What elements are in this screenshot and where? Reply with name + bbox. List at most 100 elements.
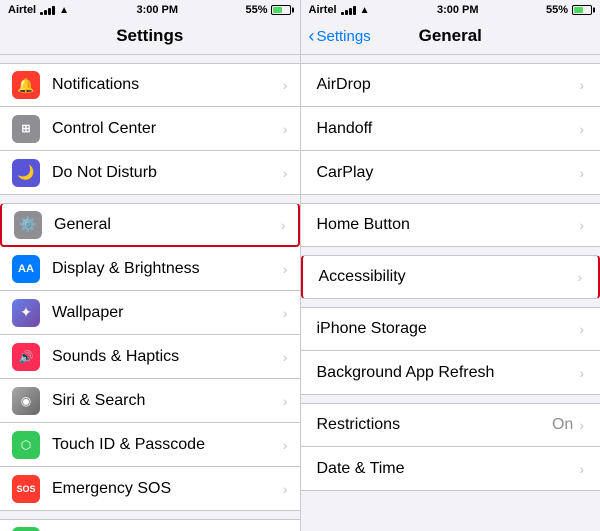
settings-item-do-not-disturb[interactable]: 🌙 Do Not Disturb › xyxy=(0,151,300,195)
left-carrier: Airtel xyxy=(8,4,36,16)
left-signal-icon xyxy=(40,5,55,15)
date-time-chevron: › xyxy=(579,461,584,477)
battery-settings-icon: 🔋 xyxy=(12,527,40,531)
right-general-list: AirDrop › Handoff › CarPlay › Home Butto… xyxy=(301,55,600,531)
settings-item-wallpaper[interactable]: ✦ Wallpaper › xyxy=(0,291,300,335)
do-not-disturb-chevron: › xyxy=(283,165,288,181)
accessibility-label: Accessibility xyxy=(319,268,578,286)
right-battery-pct: 55% xyxy=(546,4,568,16)
settings-item-sounds[interactable]: 🔊 Sounds & Haptics › xyxy=(0,335,300,379)
settings-item-sos[interactable]: SOS Emergency SOS › xyxy=(0,467,300,511)
right-battery-icon xyxy=(572,5,592,15)
restrictions-value: On xyxy=(552,416,573,434)
left-battery-fill xyxy=(273,7,282,13)
do-not-disturb-label: Do Not Disturb xyxy=(52,164,283,182)
notifications-icon: 🔔 xyxy=(12,71,40,99)
siri-chevron: › xyxy=(283,393,288,409)
right-item-iphone-storage[interactable]: iPhone Storage › xyxy=(301,307,600,351)
left-status-bar: Airtel ▲ 3:00 PM 55% xyxy=(0,0,300,20)
right-item-handoff[interactable]: Handoff › xyxy=(301,107,600,151)
wallpaper-label: Wallpaper xyxy=(52,304,283,322)
settings-item-general[interactable]: ⚙️ General › xyxy=(0,203,300,247)
settings-item-notifications[interactable]: 🔔 Notifications › xyxy=(0,63,300,107)
right-panel: Airtel ▲ 3:00 PM 55% ‹ Settings General xyxy=(301,0,600,531)
display-label: Display & Brightness xyxy=(52,260,283,278)
right-item-restrictions[interactable]: Restrictions On › xyxy=(301,403,600,447)
right-status-left: Airtel ▲ xyxy=(309,4,370,16)
home-button-chevron: › xyxy=(579,217,584,233)
right-item-bg-refresh[interactable]: Background App Refresh › xyxy=(301,351,600,395)
carplay-chevron: › xyxy=(579,165,584,181)
sos-label: Emergency SOS xyxy=(52,480,283,498)
accessibility-chevron: › xyxy=(577,269,582,285)
siri-label: Siri & Search xyxy=(52,392,283,410)
wallpaper-icon: ✦ xyxy=(12,299,40,327)
right-item-home-button[interactable]: Home Button › xyxy=(301,203,600,247)
handoff-chevron: › xyxy=(579,121,584,137)
right-carrier: Airtel xyxy=(309,4,337,16)
right-signal-icon xyxy=(341,5,356,15)
sos-icon: SOS xyxy=(12,475,40,503)
general-chevron: › xyxy=(281,217,286,233)
notifications-chevron: › xyxy=(283,77,288,93)
right-title: General xyxy=(419,26,482,46)
restrictions-label: Restrictions xyxy=(317,416,552,434)
settings-item-battery[interactable]: 🔋 Battery › xyxy=(0,519,300,531)
left-panel: Airtel ▲ 3:00 PM 55% Settings 🔔 N xyxy=(0,0,301,531)
iphone-storage-label: iPhone Storage xyxy=(317,320,580,338)
right-wifi-icon: ▲ xyxy=(360,5,370,16)
right-battery-fill xyxy=(574,7,583,13)
left-settings-list: 🔔 Notifications › ⊞ Control Center › 🌙 D… xyxy=(0,55,300,531)
bg-refresh-chevron: › xyxy=(579,365,584,381)
right-item-accessibility[interactable]: Accessibility › xyxy=(301,255,600,299)
sos-chevron: › xyxy=(283,481,288,497)
back-chevron-icon: ‹ xyxy=(309,26,315,47)
airdrop-chevron: › xyxy=(579,77,584,93)
left-title: Settings xyxy=(116,26,183,45)
restrictions-chevron: › xyxy=(579,417,584,433)
display-icon: AA xyxy=(12,255,40,283)
right-status-right: 55% xyxy=(546,4,592,16)
sounds-label: Sounds & Haptics xyxy=(52,348,283,366)
right-item-airdrop[interactable]: AirDrop › xyxy=(301,63,600,107)
control-center-icon: ⊞ xyxy=(12,115,40,143)
sounds-chevron: › xyxy=(283,349,288,365)
settings-item-control-center[interactable]: ⊞ Control Center › xyxy=(0,107,300,151)
wallpaper-chevron: › xyxy=(283,305,288,321)
settings-item-display[interactable]: AA Display & Brightness › xyxy=(0,247,300,291)
settings-item-touch-id[interactable]: ⬡ Touch ID & Passcode › xyxy=(0,423,300,467)
general-label: General xyxy=(54,216,281,234)
right-item-carplay[interactable]: CarPlay › xyxy=(301,151,600,195)
do-not-disturb-icon: 🌙 xyxy=(12,159,40,187)
left-wifi-icon: ▲ xyxy=(59,5,69,16)
back-label: Settings xyxy=(317,28,371,45)
right-status-bar: Airtel ▲ 3:00 PM 55% xyxy=(301,0,600,20)
left-battery-icon xyxy=(271,5,291,15)
date-time-label: Date & Time xyxy=(317,460,580,478)
carplay-label: CarPlay xyxy=(317,164,580,182)
control-center-chevron: › xyxy=(283,121,288,137)
left-status-left: Airtel ▲ xyxy=(8,4,69,16)
left-battery-pct: 55% xyxy=(245,4,267,16)
right-item-date-time[interactable]: Date & Time › xyxy=(301,447,600,491)
sounds-icon: 🔊 xyxy=(12,343,40,371)
touch-id-chevron: › xyxy=(283,437,288,453)
control-center-label: Control Center xyxy=(52,120,283,138)
bg-refresh-label: Background App Refresh xyxy=(317,364,580,382)
back-button[interactable]: ‹ Settings xyxy=(309,26,371,47)
left-header: Settings xyxy=(0,20,300,55)
iphone-storage-chevron: › xyxy=(579,321,584,337)
handoff-label: Handoff xyxy=(317,120,580,138)
left-status-right: 55% xyxy=(245,4,291,16)
right-header: ‹ Settings General xyxy=(301,20,600,55)
general-icon: ⚙️ xyxy=(14,211,42,239)
right-time: 3:00 PM xyxy=(437,4,479,16)
settings-item-siri[interactable]: ◉ Siri & Search › xyxy=(0,379,300,423)
siri-icon: ◉ xyxy=(12,387,40,415)
left-time: 3:00 PM xyxy=(136,4,178,16)
home-button-label: Home Button xyxy=(317,216,580,234)
touch-id-icon: ⬡ xyxy=(12,431,40,459)
notifications-label: Notifications xyxy=(52,76,283,94)
touch-id-label: Touch ID & Passcode xyxy=(52,436,283,454)
airdrop-label: AirDrop xyxy=(317,76,580,94)
